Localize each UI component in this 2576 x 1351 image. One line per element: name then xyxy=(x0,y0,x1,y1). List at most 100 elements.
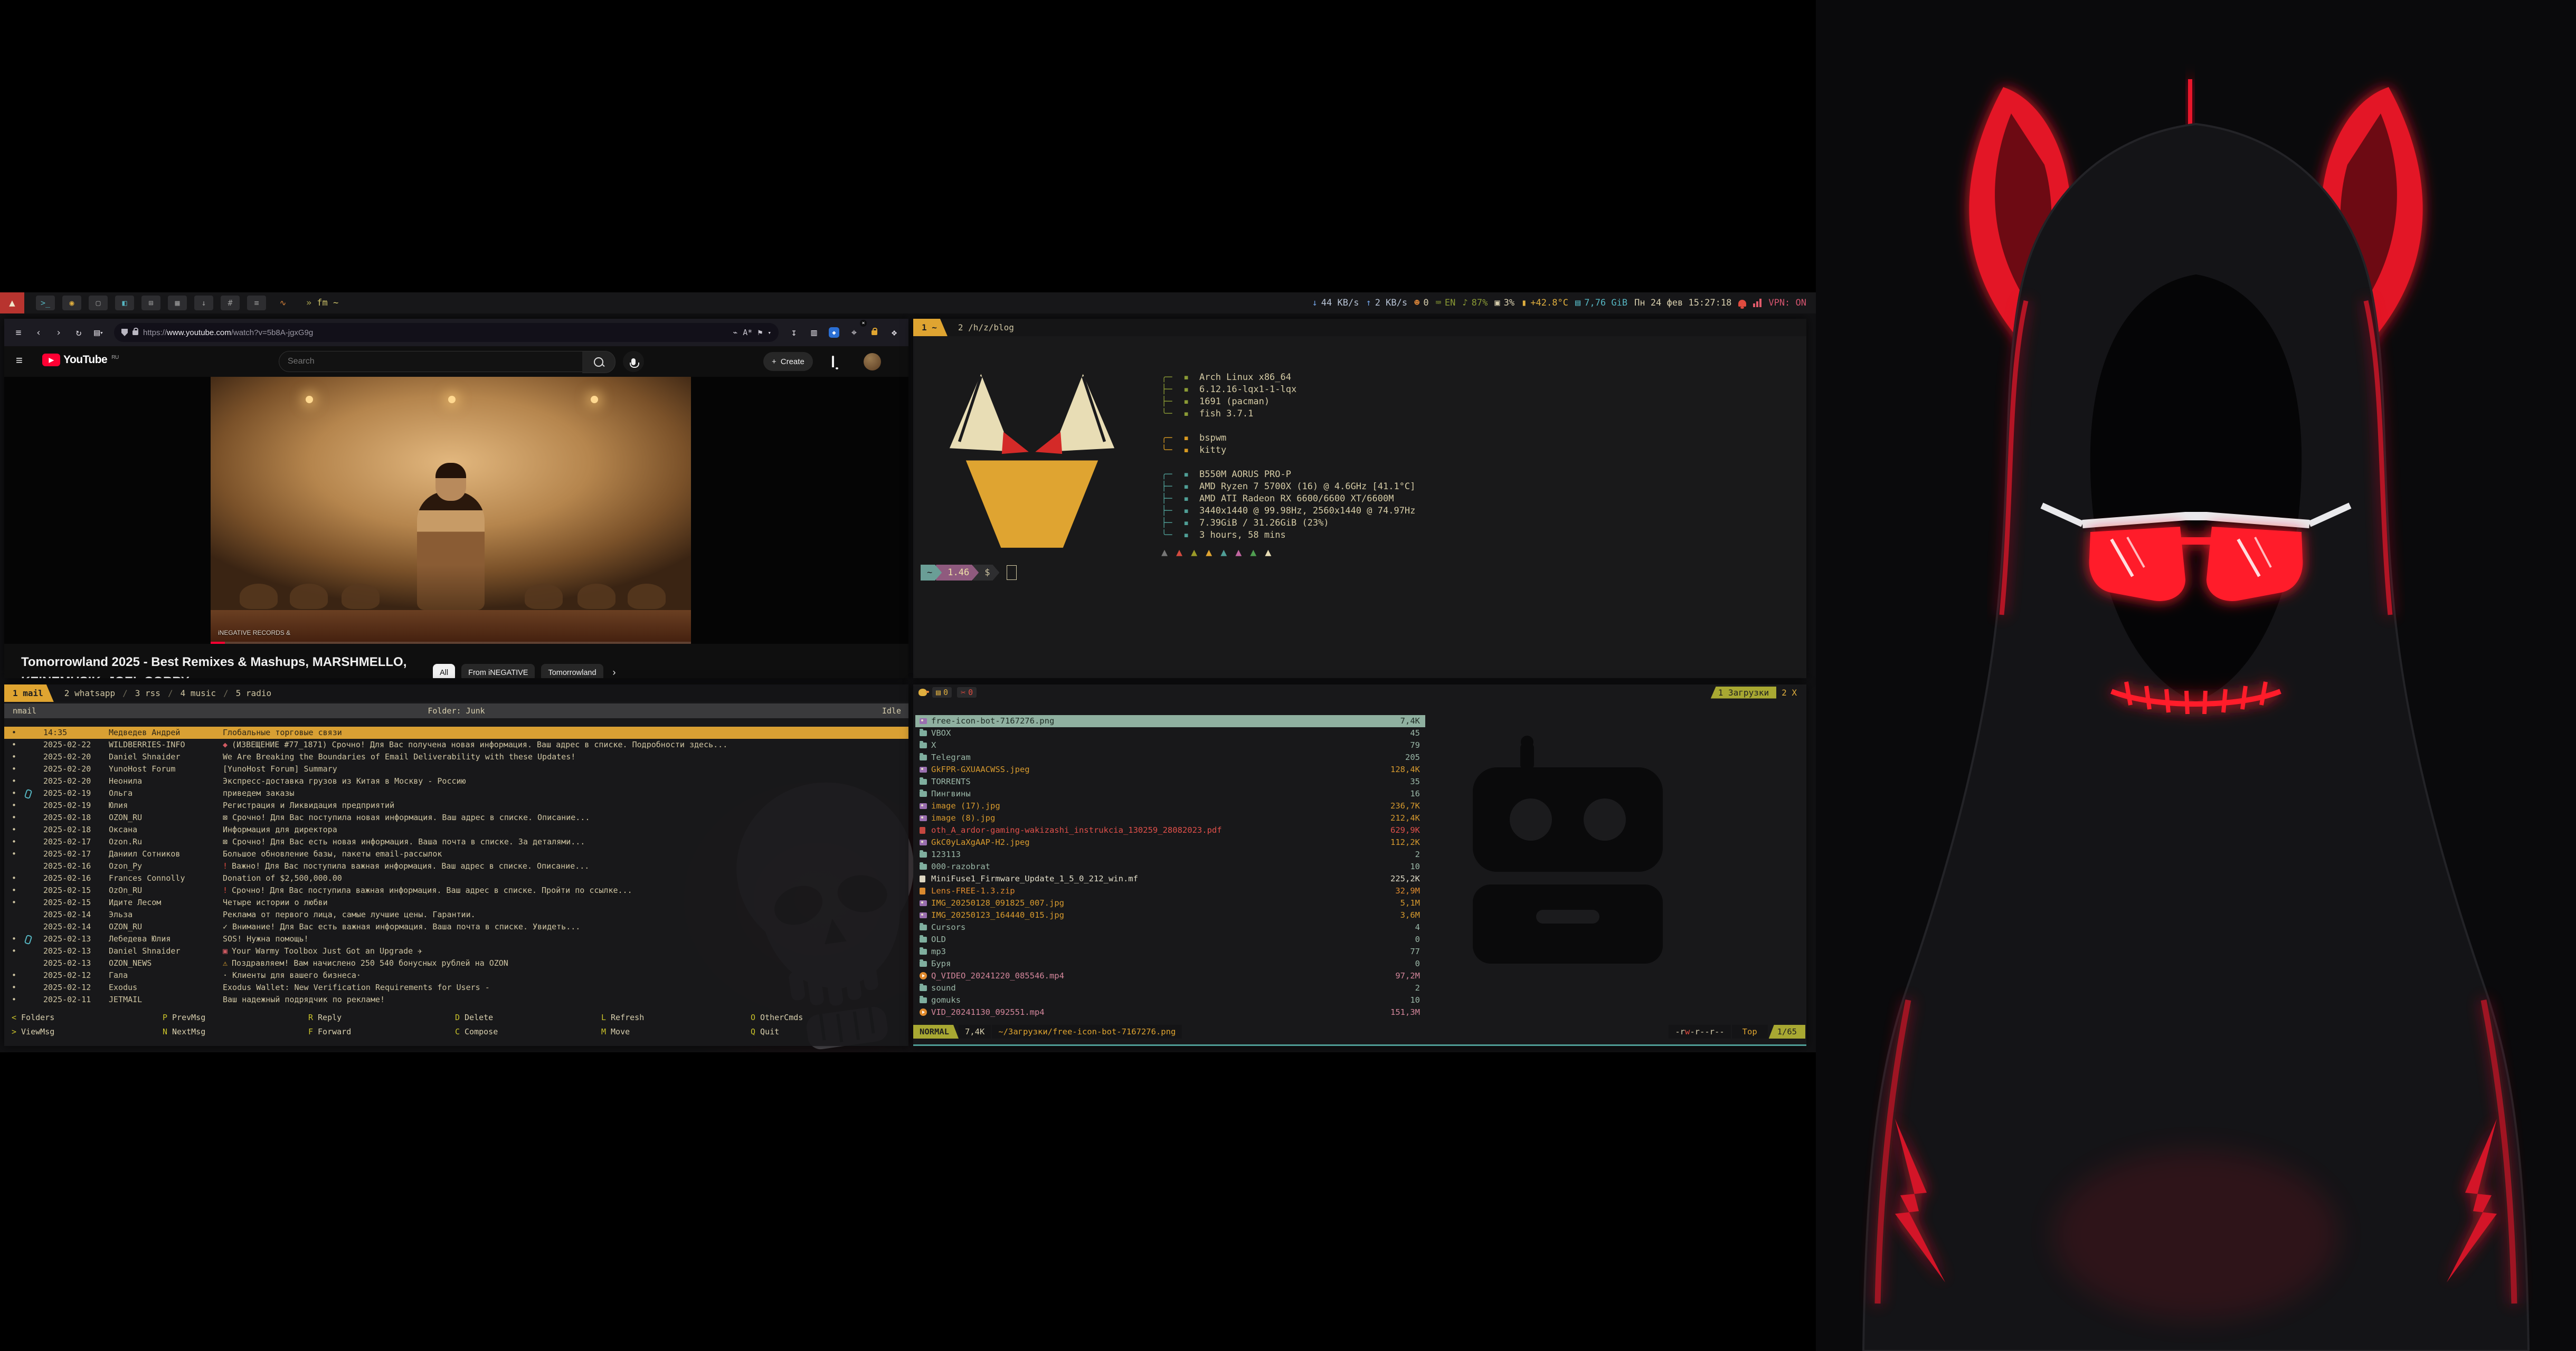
create-button[interactable]: +Create xyxy=(763,352,813,371)
mail-row[interactable]: •2025-02-17Ozon.Ru⊠ Срочно! Для Вас есть… xyxy=(4,836,908,848)
mail-tab[interactable]: 5 radio xyxy=(236,688,271,698)
file-row[interactable]: Q_VIDEO_20241220_085546.mp497,2M xyxy=(915,970,1425,982)
workspace-windows[interactable]: ⊞ xyxy=(141,296,160,310)
notifications-button[interactable] xyxy=(832,357,834,366)
mail-row[interactable]: •2025-02-15OzOn_RU!Срочно! Для Вас посту… xyxy=(4,884,908,897)
file-row[interactable]: GkC0yLaXgAAP-H2.jpeg112,2K xyxy=(915,836,1425,849)
url-text[interactable]: https://www.youtube.com/watch?v=5b8A-jgx… xyxy=(143,328,728,337)
workspace-chat[interactable]: ◧ xyxy=(115,296,134,310)
keybind-refresh[interactable]: LRefresh xyxy=(601,1013,644,1022)
file-row[interactable]: image (8).jpg212,4K xyxy=(915,812,1425,824)
file-row[interactable]: Telegram205 xyxy=(915,751,1425,764)
file-row[interactable]: IMG_20250128_091825_007.jpg5,1M xyxy=(915,897,1425,909)
file-row[interactable]: mp377 xyxy=(915,946,1425,958)
file-row[interactable]: oth_A_ardor-gaming-wakizashi_instrukcia_… xyxy=(915,824,1425,836)
workspace-list[interactable]: ≡ xyxy=(247,296,266,310)
vpn-module[interactable]: VPN: ON xyxy=(1768,298,1806,308)
mail-row[interactable]: 2025-02-14ЭльзаРеклама от первого лица, … xyxy=(4,909,908,921)
mail-row[interactable]: •2025-02-11JETMAILВаш надежный подрядчик… xyxy=(4,994,908,1006)
mail-row[interactable]: •2025-02-22WILDBERRIES-INFO◆(ИЗВЕЩЕНИЕ #… xyxy=(4,739,908,751)
back-button[interactable]: ‹ xyxy=(30,324,48,341)
file-row[interactable]: Lens-FREE-1.3.zip32,9M xyxy=(915,885,1425,897)
translate-icon[interactable]: A* xyxy=(743,328,752,337)
keybind-move[interactable]: MMove xyxy=(601,1027,630,1036)
mail-row[interactable]: •2025-02-12Гала· Клиенты для вашего бизн… xyxy=(4,969,908,982)
workspace-hash[interactable]: # xyxy=(221,296,240,310)
file-row[interactable]: OLD0 xyxy=(915,934,1425,946)
file-row[interactable]: IMG_20250123_164440_015.jpg3,6M xyxy=(915,909,1425,921)
file-row[interactable]: VID_20241130_092551.mp4151,3M xyxy=(915,1006,1425,1019)
file-row[interactable]: gomuks10 xyxy=(915,994,1425,1006)
keyboard-layout-module[interactable]: ⌨EN xyxy=(1436,298,1456,308)
password-manager-button[interactable] xyxy=(865,324,883,341)
arch-launcher-button[interactable]: ▲ xyxy=(0,292,24,313)
filter-chip[interactable]: From iNEGATIVE xyxy=(461,664,535,678)
filter-chip[interactable]: Tomorrowland xyxy=(541,664,603,678)
file-row[interactable]: image (17).jpg236,7K xyxy=(915,800,1425,812)
screenshot-button[interactable]: ⌖ xyxy=(845,324,863,341)
youtube-menu-button[interactable]: ≡ xyxy=(16,354,23,367)
file-row[interactable]: Cursors4 xyxy=(915,921,1425,934)
workspace-files[interactable]: ▢ xyxy=(89,296,108,310)
reader-mode-button[interactable]: ▤▾ xyxy=(90,324,108,341)
mail-row[interactable]: •2025-02-20Daniel ShnaiderWe Are Breakin… xyxy=(4,751,908,763)
url-bar[interactable]: https://www.youtube.com/watch?v=5b8A-jgx… xyxy=(114,323,779,342)
mail-row[interactable]: •2025-02-19ЮлияРегистрация и Ликвидация … xyxy=(4,800,908,812)
library-button[interactable]: ▥ xyxy=(805,324,823,341)
workspace-downloads[interactable]: ↓ xyxy=(194,296,213,310)
volume-module[interactable]: ♪87% xyxy=(1462,298,1488,308)
mail-tab[interactable]: 4 music xyxy=(181,688,216,698)
file-row[interactable]: 1231132 xyxy=(915,849,1425,861)
mail-row[interactable]: •2025-02-15Идите ЛесомЧетыре истории о л… xyxy=(4,897,908,909)
notification-module[interactable] xyxy=(1738,300,1746,307)
avatar[interactable] xyxy=(864,353,881,370)
workspace-terminal[interactable]: >_ xyxy=(36,296,55,310)
tracking-shield-icon[interactable] xyxy=(121,329,128,336)
rss-icon[interactable]: ⌁ xyxy=(733,328,737,337)
mail-row[interactable]: •2025-02-19Ольгаприведем заказы xyxy=(4,787,908,800)
keybind-viewmsg[interactable]: >ViewMsg xyxy=(12,1027,54,1036)
mail-tab[interactable]: 3 rss xyxy=(135,688,160,698)
mail-row[interactable]: •2025-02-18OZON_RU⊠ Срочно! Для Вас пост… xyxy=(4,812,908,824)
video-thumbnail[interactable]: iNEGATIVE RECORDS & xyxy=(211,377,691,644)
keybind-compose[interactable]: CCompose xyxy=(455,1027,498,1036)
mail-row[interactable]: •14:35Медведев АндрейГлобальные торговые… xyxy=(4,727,908,739)
vifm-tab[interactable]: 2 X xyxy=(1776,687,1802,699)
workspace-media[interactable]: ▦ xyxy=(168,296,187,310)
mail-row[interactable]: 2025-02-13OZON_NEWS⚠Поздравляем! Вам нач… xyxy=(4,957,908,969)
mail-row[interactable]: •2025-02-18ОксанаИнформация для директор… xyxy=(4,824,908,836)
search-button[interactable] xyxy=(582,351,615,373)
youtube-logo[interactable]: ▶ YouTubeRU xyxy=(42,354,119,366)
file-row[interactable]: MiniFuse1_Firmware_Update_1_5_0_212_win.… xyxy=(915,873,1425,885)
keybind-reply[interactable]: RReply xyxy=(308,1013,342,1022)
keybind-quit[interactable]: QQuit xyxy=(751,1027,779,1036)
keybind-folders[interactable]: <Folders xyxy=(12,1013,54,1022)
bookmark-icon[interactable]: ⚑ xyxy=(757,328,762,337)
file-row[interactable]: TORRENTS35 xyxy=(915,776,1425,788)
mail-row[interactable]: •2025-02-13Лебедева ЮлияSOS! Нужна помощ… xyxy=(4,933,908,945)
file-row[interactable]: sound2 xyxy=(915,982,1425,994)
mail-tab[interactable]: 2 whatsapp xyxy=(64,688,115,698)
ghost-module[interactable]: ☻0 xyxy=(1414,298,1429,308)
workspace-browser[interactable]: ◉ xyxy=(62,296,81,310)
forward-button[interactable]: › xyxy=(50,324,68,341)
file-row[interactable]: VBOX45 xyxy=(915,727,1425,739)
video-player[interactable]: iNEGATIVE RECORDS & xyxy=(4,377,908,644)
workspace-pulse[interactable]: ∿ xyxy=(273,296,292,310)
keybind-forward[interactable]: FForward xyxy=(308,1027,351,1036)
reload-button[interactable]: ↻ xyxy=(70,324,88,341)
file-row[interactable]: 000-razobrat10 xyxy=(915,861,1425,873)
terminal-tab[interactable]: 2 /h/z/blog xyxy=(958,322,1014,332)
mail-row[interactable]: •2025-02-20НеонилаЭкспресс-доставка груз… xyxy=(4,775,908,787)
downloads-button[interactable]: ↧ xyxy=(785,324,803,341)
mail-row[interactable]: •2025-02-17Даниил СотниковБольшое обновл… xyxy=(4,848,908,860)
file-row[interactable]: free-icon-bot-7167276.png7,4K xyxy=(915,715,1425,727)
mail-row[interactable]: 2025-02-14OZON_RU✓ Внимание! Для Вас ест… xyxy=(4,921,908,933)
keybind-prevmsg[interactable]: PPrevMsg xyxy=(163,1013,205,1022)
terminal-cursor[interactable] xyxy=(1007,565,1017,580)
mail-row[interactable]: •2025-02-20YunoHost Forum[YunoHost Forum… xyxy=(4,763,908,775)
sidebar-toggle-button[interactable]: ≡ xyxy=(10,324,27,341)
keybind-delete[interactable]: DDelete xyxy=(455,1013,493,1022)
mail-row[interactable]: •2025-02-16Frances ConnollyDonation of $… xyxy=(4,872,908,884)
keybind-nextmsg[interactable]: NNextMsg xyxy=(163,1027,205,1036)
